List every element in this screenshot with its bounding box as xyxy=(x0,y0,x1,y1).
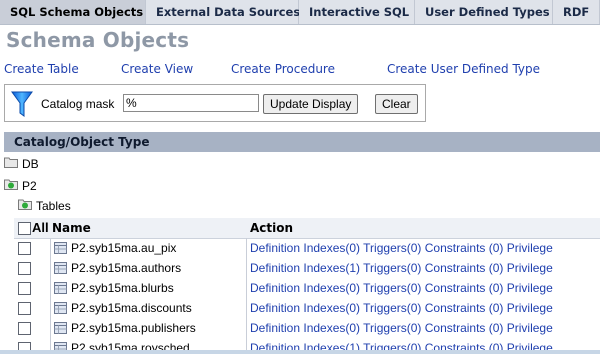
catalog-mask-label: Catalog mask xyxy=(41,97,115,111)
funnel-icon xyxy=(11,91,33,117)
create-procedure-link[interactable]: Create Procedure xyxy=(231,62,335,76)
table-icon xyxy=(54,302,67,314)
row-name: P2.syb15ma.publishers xyxy=(71,321,196,335)
row-checkbox[interactable] xyxy=(18,262,31,275)
tab-rdf[interactable]: RDF xyxy=(553,0,600,24)
table-icon xyxy=(54,282,67,294)
name-column-header: Name xyxy=(52,221,91,235)
row-actions[interactable]: Definition Indexes(1) Triggers(0) Constr… xyxy=(250,261,600,275)
tab-external-data-sources[interactable]: External Data Sources xyxy=(146,0,300,24)
tree-label-tables: Tables xyxy=(36,199,71,213)
tree-label-p2: P2 xyxy=(22,179,37,193)
row-name: P2.syb15ma.blurbs xyxy=(71,281,174,295)
create-udt-link[interactable]: Create User Defined Type xyxy=(387,62,540,76)
table-row: P2.syb15ma.blurbs Definition Indexes(0) … xyxy=(14,279,600,299)
select-all-label: All xyxy=(32,220,49,235)
tab-sql-schema-objects[interactable]: SQL Schema Objects xyxy=(0,0,146,24)
create-view-link[interactable]: Create View xyxy=(121,62,193,76)
table-icon xyxy=(54,322,67,334)
row-actions[interactable]: Definition Indexes(0) Triggers(0) Constr… xyxy=(250,321,600,335)
horizontal-scrollbar[interactable] xyxy=(0,350,600,354)
tab-user-defined-types[interactable]: User Defined Types xyxy=(415,0,553,24)
row-checkbox[interactable] xyxy=(18,242,31,255)
table-header: All Name Action xyxy=(14,218,600,239)
folder-icon xyxy=(4,157,18,168)
row-checkbox[interactable] xyxy=(18,302,31,315)
row-actions[interactable]: Definition Indexes(0) Triggers(0) Constr… xyxy=(250,241,600,255)
table-icon xyxy=(54,242,67,254)
page-title: Schema Objects xyxy=(6,28,190,52)
row-actions[interactable]: Definition Indexes(0) Triggers(0) Constr… xyxy=(250,281,600,295)
row-checkbox[interactable] xyxy=(18,322,31,335)
create-table-link[interactable]: Create Table xyxy=(4,62,79,76)
table-icon xyxy=(54,262,67,274)
select-all-checkbox[interactable] xyxy=(18,222,31,235)
tab-interactive-sql[interactable]: Interactive SQL xyxy=(299,0,415,24)
action-links: Create Table Create View Create Procedur… xyxy=(4,62,600,80)
update-display-button[interactable]: Update Display xyxy=(263,94,359,114)
folder-open-icon xyxy=(18,199,32,210)
action-column-header: Action xyxy=(250,221,294,235)
row-actions[interactable]: Definition Indexes(0) Triggers(0) Constr… xyxy=(250,301,600,315)
table-row: P2.syb15ma.au_pix Definition Indexes(0) … xyxy=(14,239,600,259)
row-checkbox[interactable] xyxy=(18,282,31,295)
catalog-mask-input[interactable] xyxy=(123,94,259,112)
table-row: P2.syb15ma.publishers Definition Indexes… xyxy=(14,319,600,339)
filter-panel: Catalog mask Update Display Clear xyxy=(4,84,426,122)
tree-label-db: DB xyxy=(22,157,39,171)
table-row: P2.syb15ma.discounts Definition Indexes(… xyxy=(14,299,600,319)
row-name: P2.syb15ma.authors xyxy=(71,261,182,275)
tab-bar: SQL Schema Objects External Data Sources… xyxy=(0,0,600,25)
table-row: P2.syb15ma.authors Definition Indexes(1)… xyxy=(14,259,600,279)
row-name: P2.syb15ma.discounts xyxy=(71,301,192,315)
catalog-header: Catalog/Object Type xyxy=(4,132,600,152)
clear-button[interactable]: Clear xyxy=(375,94,418,114)
row-name: P2.syb15ma.au_pix xyxy=(71,241,177,255)
folder-open-icon xyxy=(4,179,18,190)
